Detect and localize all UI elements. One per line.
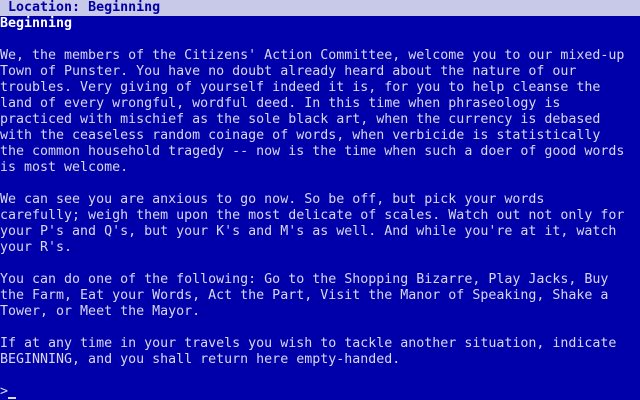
text-line: Tower, or Meet the Mayor. — [0, 304, 201, 319]
paragraph: We, the members of the Citizens' Action … — [0, 48, 640, 176]
game-screen: Location: Beginning Beginning We, the me… — [0, 0, 640, 400]
prompt-symbol: > — [0, 384, 9, 399]
story-text-area: Beginning We, the members of the Citizen… — [0, 16, 640, 384]
text-line: Town of Punster. You have no doubt alrea… — [0, 64, 577, 79]
text-line: BEGINNING, and you shall return here emp… — [0, 352, 401, 367]
text-line: You can do one of the following: Go to t… — [0, 272, 609, 287]
paragraph: We can see you are anxious to go now. So… — [0, 192, 640, 256]
text-line: We can see you are anxious to go now. So… — [0, 192, 545, 207]
text-cursor — [8, 397, 17, 399]
location-value: Beginning — [88, 0, 161, 15]
text-line: We, the members of the Citizens' Action … — [0, 48, 625, 63]
text-line: the Farm, Eat your Words, Act the Part, … — [0, 288, 609, 303]
text-line: the common household tragedy -- now is t… — [0, 144, 625, 159]
text-line: carefully; weigh them upon the most deli… — [0, 208, 625, 223]
text-line: If at any time in your travels you wish … — [0, 336, 617, 351]
text-line: practiced with mischief as the sole blac… — [0, 112, 601, 127]
location-label: Location: — [8, 0, 81, 15]
text-line: your R's. — [0, 240, 73, 255]
text-line: is most welcome. — [0, 160, 129, 175]
text-line: with the ceaseless random coinage of wor… — [0, 128, 601, 143]
paragraph: You can do one of the following: Go to t… — [0, 272, 640, 320]
room-title: Beginning — [0, 16, 73, 31]
command-line[interactable]: > — [0, 384, 17, 400]
room-description: We, the members of the Citizens' Action … — [0, 48, 640, 368]
status-bar: Location: Beginning — [0, 0, 640, 16]
paragraph: If at any time in your travels you wish … — [0, 336, 640, 368]
text-line: troubles. Very giving of yourself indeed… — [0, 80, 601, 95]
text-line: land of every wrongful, wordful deed. In… — [0, 96, 561, 111]
text-line: your P's and Q's, but your K's and M's a… — [0, 224, 617, 239]
